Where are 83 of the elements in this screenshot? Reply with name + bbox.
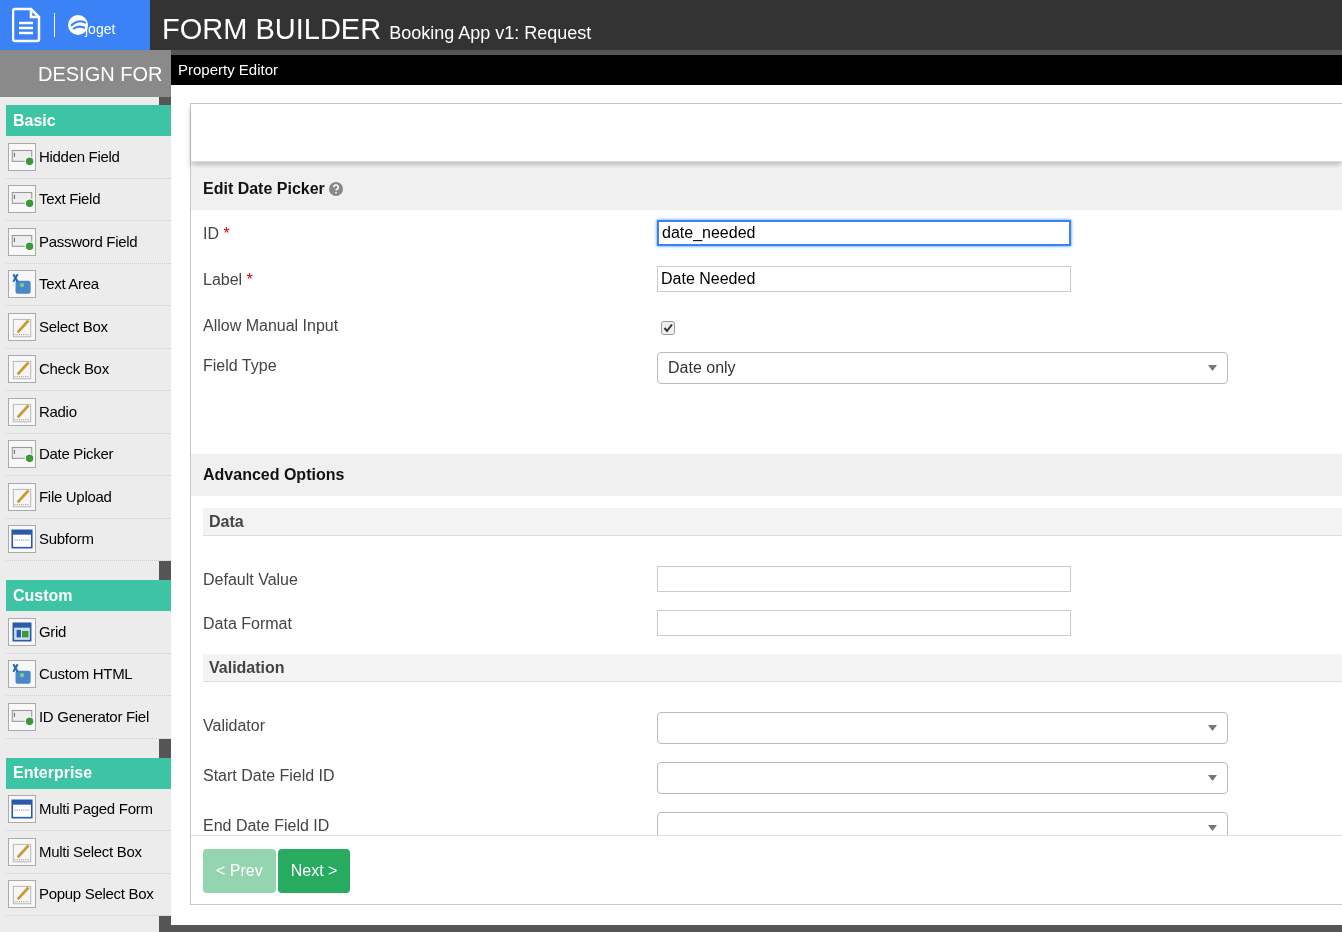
palette-item[interactable]: Grid: [6, 611, 171, 654]
field-label: Allow Manual Input: [203, 317, 339, 334]
caret-icon: [1208, 825, 1217, 831]
dropdown[interactable]: Date only: [657, 352, 1228, 384]
pencil-icon: [8, 837, 36, 866]
form-name: Booking App v1: Request: [389, 22, 592, 45]
item-label: Text Field: [39, 189, 101, 209]
item-label: Grid: [39, 621, 67, 642]
item-label: Select Box: [39, 316, 108, 337]
palette-item[interactable]: Custom HTML: [6, 653, 171, 696]
text-input[interactable]: [657, 566, 1071, 592]
window-icon: [8, 795, 36, 824]
input-field-icon: [8, 185, 36, 214]
pencil-icon: [8, 355, 36, 384]
pencil-icon: [8, 482, 36, 511]
category-title: Custom: [13, 585, 73, 606]
logo-text: joget: [85, 22, 116, 36]
item-label: Check Box: [39, 359, 109, 379]
item-label: Subform: [39, 529, 94, 549]
input-field-icon: [8, 227, 36, 256]
subsection-title: Validation: [209, 657, 285, 678]
dropdown[interactable]: [657, 762, 1228, 794]
shapes-icon: [8, 660, 36, 689]
palette-item[interactable]: Popup Select Box: [6, 873, 171, 916]
app-title: FORM BUILDER: [162, 12, 382, 47]
palette-item[interactable]: ID Generator Fiel: [6, 696, 171, 739]
caret-icon: [1208, 775, 1217, 781]
field-label: ID *: [203, 225, 230, 242]
item-label: Popup Select Box: [39, 884, 154, 904]
palette-item[interactable]: Text Area: [6, 263, 171, 306]
text-input[interactable]: [657, 610, 1071, 636]
input-field-icon: [8, 440, 36, 469]
palette-item[interactable]: Multi Select Box: [6, 831, 171, 874]
palette-item[interactable]: Select Box: [6, 306, 171, 349]
pencil-icon: [8, 312, 36, 341]
category-title: Basic: [13, 110, 56, 131]
palette-item[interactable]: Radio: [6, 391, 171, 434]
item-label: Multi Paged Form: [39, 799, 153, 819]
item-label: Text Area: [39, 274, 99, 294]
subsection-title: Data: [209, 511, 244, 532]
input-field-icon: [8, 142, 36, 171]
item-label: Radio: [39, 401, 77, 422]
field-label: End Date Field ID: [203, 817, 330, 834]
field-label: Start Date Field ID: [203, 767, 335, 784]
grid-icon: [8, 617, 36, 646]
palette-item[interactable]: Hidden Field: [6, 136, 171, 179]
input-field-icon: [8, 702, 36, 731]
section-heading: Advanced Options: [203, 465, 345, 485]
palette-item[interactable]: Date Picker: [6, 433, 171, 476]
category-title: Enterprise: [13, 763, 93, 783]
text-input[interactable]: Date Needed: [657, 266, 1071, 292]
field-label: Validator: [203, 717, 265, 734]
field-label: Default Value: [203, 571, 298, 588]
field-label: Data Format: [203, 615, 292, 632]
item-label: Custom HTML: [39, 664, 133, 684]
dropdown[interactable]: [657, 712, 1228, 744]
palette-item[interactable]: Check Box: [6, 348, 171, 391]
item-label: File Upload: [39, 486, 112, 507]
caret-icon: [1208, 725, 1217, 731]
item-label: Date Picker: [39, 444, 114, 464]
document-icon[interactable]: [12, 7, 42, 43]
window-icon: [8, 525, 36, 554]
item-label: Password Field: [39, 231, 138, 252]
dialog-title: Property Editor: [178, 59, 279, 80]
palette-item[interactable]: Multi Paged Form: [6, 788, 171, 831]
help-icon[interactable]: [328, 182, 343, 196]
section-heading: Edit Date Picker: [203, 179, 325, 199]
field-label: Label *: [203, 271, 253, 288]
palette-item[interactable]: File Upload: [6, 476, 171, 519]
palette-item[interactable]: Password Field: [6, 221, 171, 264]
palette-item[interactable]: Subform: [6, 518, 171, 561]
shapes-icon: [8, 270, 36, 299]
pencil-icon: [8, 880, 36, 909]
checkbox[interactable]: [661, 321, 675, 335]
text-input[interactable]: date_needed: [657, 220, 1071, 246]
item-label: Multi Select Box: [39, 841, 142, 862]
palette-item[interactable]: Text Field: [6, 178, 171, 221]
item-label: Hidden Field: [39, 146, 120, 167]
caret-icon: [1208, 365, 1217, 371]
item-label: ID Generator Fiel: [39, 706, 149, 727]
field-label: Field Type: [203, 357, 277, 374]
pencil-icon: [8, 397, 36, 426]
dropdown[interactable]: [657, 812, 1228, 835]
